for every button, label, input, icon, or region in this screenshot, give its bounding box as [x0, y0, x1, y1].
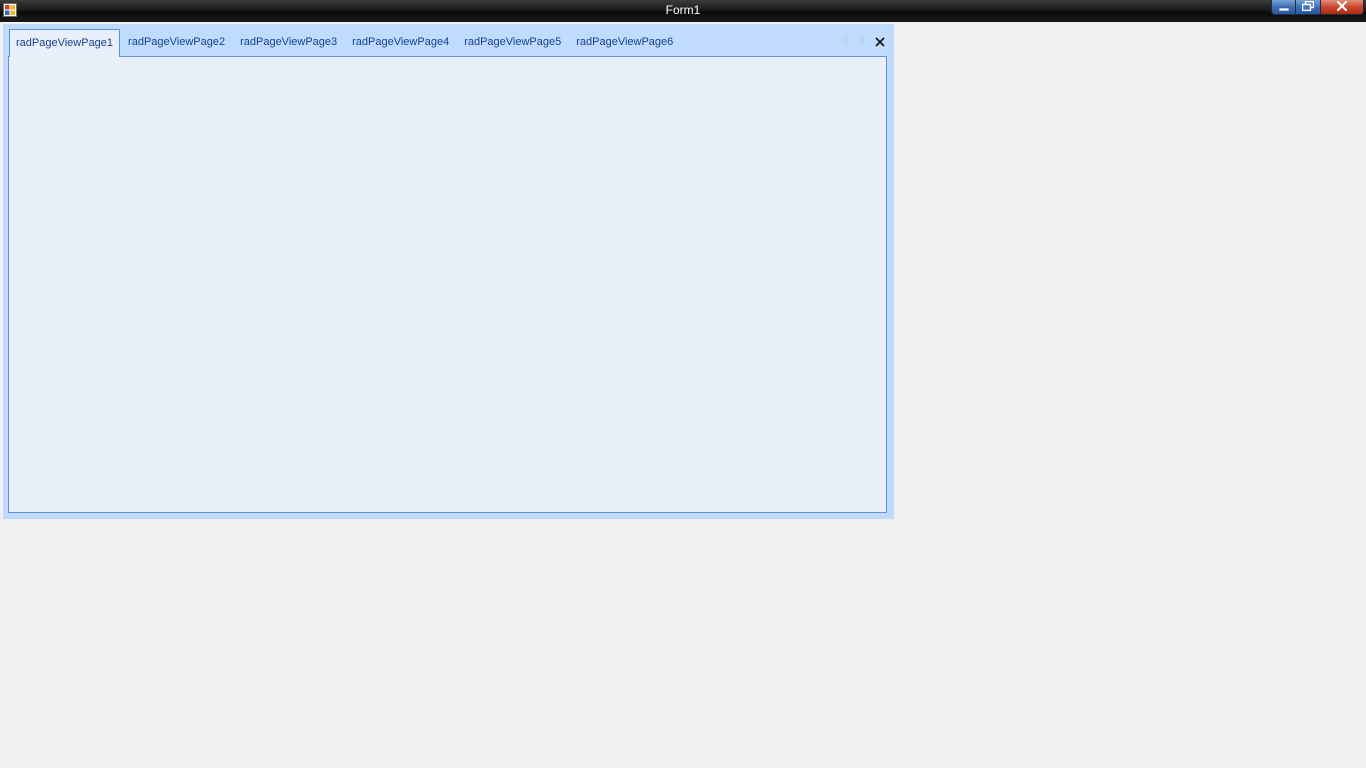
- window-title: Form1: [665, 3, 701, 17]
- tab-radpageviewpage1[interactable]: radPageViewPage1: [9, 29, 121, 57]
- minimize-icon: [1278, 0, 1289, 16]
- tab-label: radPageViewPage4: [352, 36, 450, 48]
- tab-radpageviewpage6[interactable]: radPageViewPage6: [569, 29, 680, 56]
- close-button[interactable]: [1320, 0, 1364, 15]
- tab-label: radPageViewPage1: [16, 37, 114, 49]
- tab-strip: radPageViewPage1 radPageViewPage2 radPag…: [9, 29, 681, 57]
- minimize-button[interactable]: [1271, 0, 1296, 15]
- restore-icon: [1301, 0, 1315, 16]
- rad-page-view: radPageViewPage1 radPageViewPage2 radPag…: [3, 24, 894, 519]
- close-tab-button[interactable]: [872, 33, 888, 51]
- tab-label: radPageViewPage5: [464, 36, 562, 48]
- tab-radpageviewpage4[interactable]: radPageViewPage4: [345, 29, 456, 56]
- chevron-right-icon[interactable]: [856, 33, 868, 51]
- tab-radpageviewpage2[interactable]: radPageViewPage2: [121, 29, 232, 56]
- tab-radpageviewpage3[interactable]: radPageViewPage3: [233, 29, 344, 56]
- strip-buttons: [840, 33, 888, 51]
- tab-radpageviewpage5[interactable]: radPageViewPage5: [457, 29, 568, 56]
- window-titlebar[interactable]: Form1: [0, 0, 1366, 22]
- close-icon: [875, 37, 885, 47]
- tab-label: radPageViewPage2: [128, 36, 226, 48]
- tab-label: radPageViewPage6: [576, 36, 674, 48]
- close-icon: [1336, 0, 1348, 16]
- tab-label: radPageViewPage3: [240, 36, 338, 48]
- chevron-left-icon[interactable]: [840, 33, 852, 51]
- restore-button[interactable]: [1295, 0, 1321, 15]
- page-content-area: [8, 56, 887, 513]
